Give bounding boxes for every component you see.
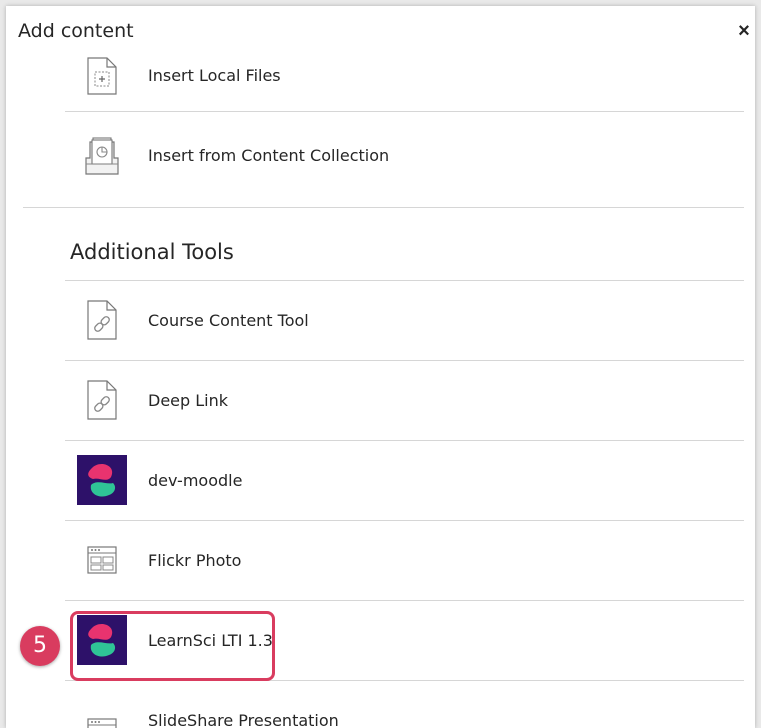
learnsci-lti-item[interactable]: LearnSci LTI 1.3 [65,601,744,681]
insert-local-files-item[interactable]: Insert Local Files [65,40,744,112]
item-label: Deep Link [148,391,229,410]
learnsci-logo-icon [77,455,127,505]
deep-link-item[interactable]: Deep Link [65,361,744,441]
dev-moodle-item[interactable]: dev-moodle [65,441,744,521]
item-label: Flickr Photo [148,551,242,570]
link-file-icon [77,375,127,425]
browser-window-icon [77,707,127,728]
browser-window-icon [77,535,127,585]
item-label: dev-moodle [148,471,243,490]
close-icon[interactable]: × [733,20,755,42]
item-label: LearnSci LTI 1.3 [148,631,273,650]
link-file-icon [77,295,127,345]
slideshare-presentation-item[interactable]: SlideShare Presentation [65,681,744,728]
course-content-tool-item[interactable]: Course Content Tool [65,281,744,361]
add-content-dialog: Add content × Insert Local Files Insert … [6,6,755,728]
flickr-photo-item[interactable]: Flickr Photo [65,521,744,601]
step-badge: 5 [20,626,60,666]
item-label: Insert from Content Collection [148,146,390,165]
additional-tools-heading: Additional Tools [70,240,234,264]
item-label: SlideShare Presentation [148,711,339,728]
dialog-title: Add content [18,20,134,42]
insert-content-collection-item[interactable]: Insert from Content Collection [65,120,744,192]
section-divider [23,207,744,208]
item-label: Course Content Tool [148,311,309,330]
learnsci-logo-icon [77,615,127,665]
file-upload-icon [77,51,127,101]
item-label: Insert Local Files [148,66,281,85]
content-collection-icon [77,131,127,181]
